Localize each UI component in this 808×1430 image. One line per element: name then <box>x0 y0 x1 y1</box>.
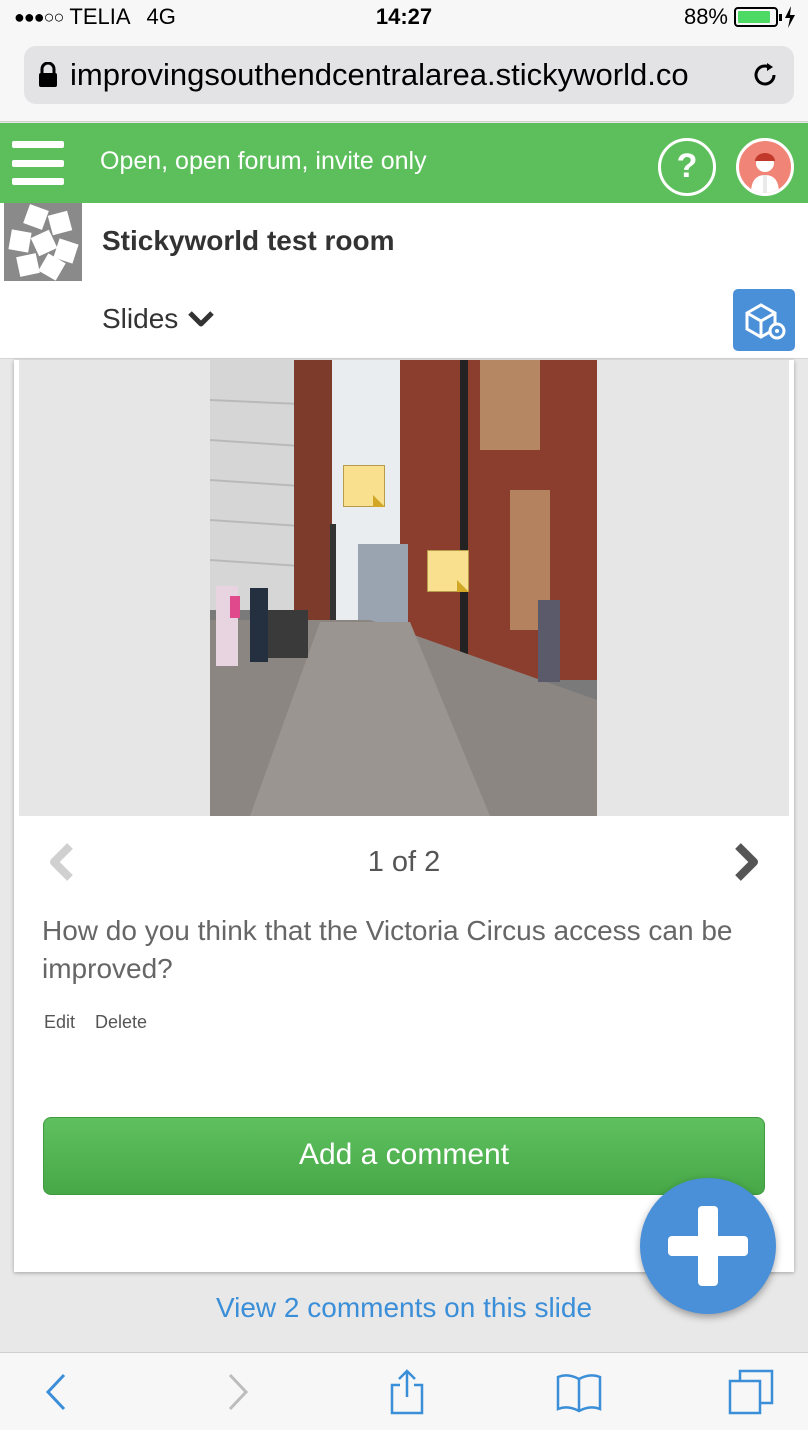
battery-tip <box>779 14 782 21</box>
battery-fill <box>738 11 770 23</box>
hamburger-line <box>12 159 64 167</box>
app-header: Open, open forum, invite only ? <box>0 123 808 203</box>
forward-icon[interactable] <box>210 1367 260 1417</box>
add-comment-button[interactable]: Add a comment <box>43 1117 765 1195</box>
help-button[interactable]: ? <box>658 138 716 196</box>
slides-row: Slides <box>0 281 808 359</box>
room-title: Stickyworld test room <box>102 225 395 256</box>
status-bar: ●●●○○ TELIA 4G 14:27 88% <box>0 0 808 36</box>
next-slide-icon[interactable] <box>732 842 762 882</box>
slide-image-frame <box>19 360 789 816</box>
reload-icon[interactable] <box>750 60 780 90</box>
hamburger-line <box>12 178 64 185</box>
view-comments-link[interactable]: View 2 comments on this slide <box>0 1292 808 1324</box>
sticky-note-marker[interactable] <box>427 550 469 592</box>
status-right: 88% <box>684 4 796 30</box>
slide-question: How do you think that the Victoria Circu… <box>42 915 733 984</box>
battery-icon <box>734 7 782 27</box>
edit-link[interactable]: Edit <box>44 1012 75 1033</box>
sticky-note-marker[interactable] <box>343 465 385 507</box>
slides-dropdown-label: Slides <box>102 303 179 334</box>
url-text[interactable]: improvingsouthendcentralarea.stickyworld… <box>70 57 744 93</box>
browser-toolbar <box>0 1352 808 1430</box>
hamburger-line <box>12 141 64 148</box>
plus-icon <box>698 1206 718 1286</box>
share-icon[interactable] <box>382 1367 432 1417</box>
slide-card: 1 of 2 How do you think that the Victori… <box>14 360 794 1272</box>
room-title-row: Stickyworld test room <box>0 203 808 281</box>
slides-dropdown[interactable]: Slides <box>102 303 215 335</box>
hamburger-menu-button[interactable] <box>12 139 64 187</box>
stickyworld-logo <box>4 203 82 281</box>
browser-address-area: improvingsouthendcentralarea.stickyworld… <box>0 36 808 122</box>
avatar-icon <box>751 153 779 193</box>
battery-percent: 88% <box>683 4 728 29</box>
back-icon[interactable] <box>34 1367 84 1417</box>
delete-link[interactable]: Delete <box>95 1012 147 1033</box>
logo-icon <box>8 204 79 281</box>
cube-gear-icon <box>745 303 786 340</box>
slide-actions: Edit Delete <box>44 1012 147 1033</box>
address-bar[interactable]: improvingsouthendcentralarea.stickyworld… <box>24 46 794 104</box>
bookmarks-icon[interactable] <box>554 1367 604 1417</box>
chevron-down-icon <box>188 311 215 327</box>
page-indicator: 1 of 2 <box>367 846 441 878</box>
slide-pager: 1 of 2 <box>14 836 794 886</box>
room-access-label: Open, open forum, invite only <box>100 147 427 175</box>
slide-photo[interactable] <box>210 360 597 816</box>
user-avatar-button[interactable] <box>736 138 794 196</box>
room-settings-button[interactable] <box>733 289 795 351</box>
lock-icon <box>39 62 57 87</box>
tabs-icon[interactable] <box>726 1367 776 1417</box>
charging-icon <box>785 6 795 28</box>
